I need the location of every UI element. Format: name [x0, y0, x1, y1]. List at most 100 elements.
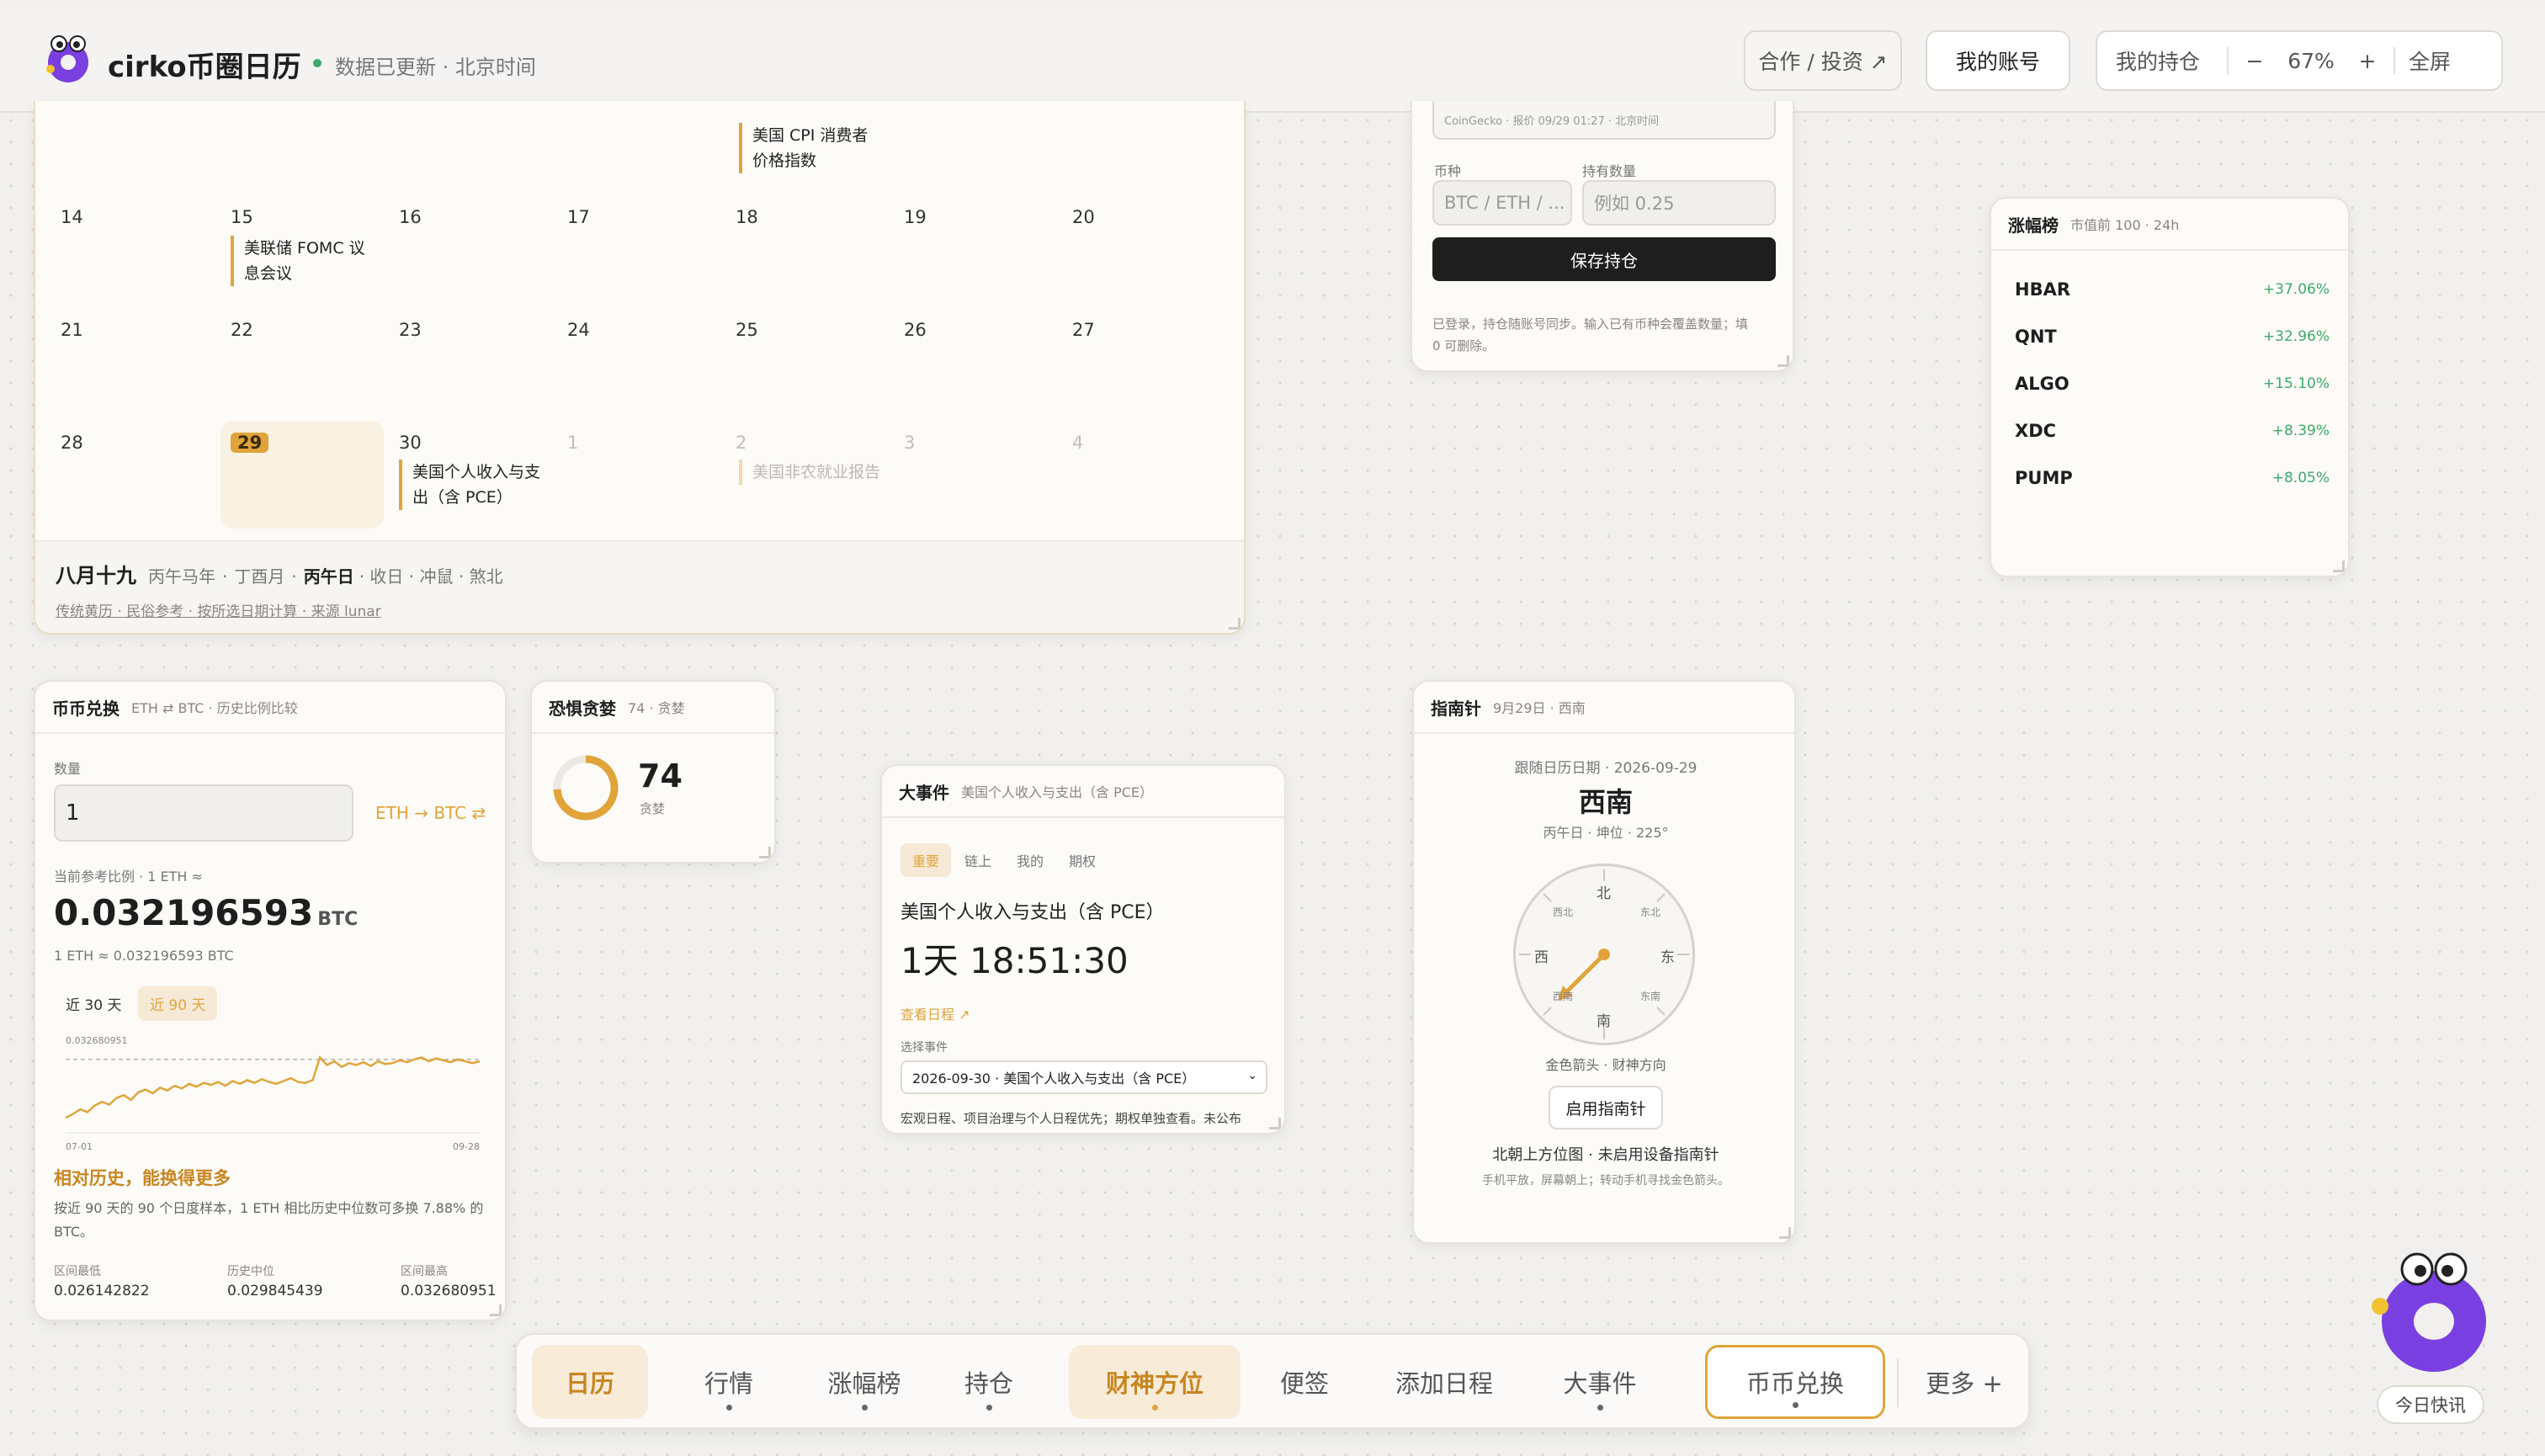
resize-handle[interactable]: [2333, 561, 2345, 572]
stat-label: 区间最高: [401, 1265, 448, 1278]
nav-item[interactable]: 日历: [532, 1345, 648, 1419]
gainer-symbol: XDC: [2015, 421, 2057, 441]
nav-item[interactable]: 持仓: [938, 1345, 1040, 1419]
nav-item-label: 日历: [565, 1369, 614, 1398]
calendar-day[interactable]: 1: [567, 433, 578, 453]
view-schedule-link[interactable]: 查看日程 ↗: [901, 1003, 970, 1023]
gainer-row[interactable]: ALGO +15.10%: [2015, 374, 2330, 394]
save-holding-button[interactable]: 保存持仓: [1432, 237, 1776, 281]
converter-subtitle: ETH ⇄ BTC · 历史比例比较: [131, 700, 298, 716]
qty-input[interactable]: 例如 0.25: [1582, 180, 1776, 226]
event-tab[interactable]: 我的: [1005, 843, 1055, 877]
app-title: cirko币圈日历: [108, 50, 301, 84]
almanac-footer: 八月十九 丙午马年 · 丁酉月 · 丙午日 · 收日 · 冲鼠 · 煞北 传统黄…: [35, 540, 1244, 633]
calendar-day[interactable]: 16: [399, 207, 422, 227]
event-pce[interactable]: 美国个人收入与支 出（含 PCE）: [399, 460, 550, 510]
resize-handle[interactable]: [1269, 1118, 1281, 1129]
fg-subtitle: 74 · 贪婪: [628, 700, 685, 716]
x-tick-start: 07-01: [66, 1141, 93, 1152]
more-button[interactable]: 更多 +: [1914, 1345, 2015, 1419]
pair-switch-button[interactable]: ETH → BTC ⇄: [375, 803, 486, 823]
gainer-row[interactable]: XDC +8.39%: [2015, 421, 2330, 441]
dir-west: 西: [1534, 949, 1549, 966]
event-tab[interactable]: 期权: [1057, 843, 1108, 877]
calendar-day[interactable]: 30: [399, 433, 422, 453]
calendar-day[interactable]: 3: [904, 433, 915, 453]
event-tab[interactable]: 链上: [953, 843, 1003, 877]
calendar-day[interactable]: 29: [231, 433, 269, 453]
app-logo-icon: [40, 30, 96, 86]
nav-item[interactable]: 添加日程: [1377, 1345, 1512, 1419]
resize-handle[interactable]: [1779, 1227, 1791, 1239]
compass-date-note: 跟随日历日期 · 2026-09-29: [1514, 760, 1698, 777]
nav-item-label: 币币兑换: [1745, 1369, 1844, 1398]
holdings-button[interactable]: 我的持仓: [2116, 45, 2213, 76]
calendar-day[interactable]: 2: [736, 433, 746, 453]
resize-handle[interactable]: [1229, 618, 1241, 630]
tab-90d[interactable]: 近 90 天: [138, 986, 218, 1021]
nav-item[interactable]: 币币兑换: [1705, 1345, 1885, 1419]
calendar-day[interactable]: 22: [231, 320, 253, 340]
nav-dot: [1597, 1405, 1603, 1411]
event-widget: 大事件 美国个人收入与支出（含 PCE） 重要 链上 我的 期权 美国个人收入与支出（含…: [880, 764, 1286, 1135]
calendar-day[interactable]: 18: [736, 207, 758, 227]
event-fomc[interactable]: 美联储 FOMC 议息会议: [231, 236, 374, 286]
dir-north: 北: [1597, 885, 1611, 902]
nav-dot: [986, 1405, 992, 1411]
calendar-day[interactable]: 21: [61, 320, 83, 340]
resize-handle[interactable]: [1777, 355, 1789, 367]
chevron-down-icon: ⌄: [1247, 1069, 1257, 1082]
tab-30d[interactable]: 近 30 天: [54, 986, 133, 1021]
nav-item[interactable]: 行情: [678, 1345, 779, 1419]
nav-item-label: 行情: [704, 1369, 753, 1398]
fullscreen-button[interactable]: 全屏: [2409, 45, 2451, 76]
mascot-icon[interactable]: [2362, 1241, 2506, 1384]
calendar-day[interactable]: 28: [61, 433, 83, 453]
event-select[interactable]: 2026-09-30 · 美国个人收入与支出（含 PCE） ⌄: [901, 1060, 1267, 1094]
event-subtitle: 美国个人收入与支出（含 PCE）: [961, 784, 1154, 800]
amount-input[interactable]: 1: [54, 784, 353, 842]
calendar-day[interactable]: 25: [736, 320, 758, 340]
gainer-row[interactable]: PUMP +8.05%: [2015, 468, 2330, 488]
zoom-out-button[interactable]: −: [2242, 49, 2267, 73]
event-nfp[interactable]: 美国非农就业报告: [739, 460, 924, 485]
nav-item[interactable]: 财神方位: [1069, 1345, 1241, 1419]
nav-item[interactable]: 便签: [1262, 1345, 1347, 1419]
nav-item[interactable]: 涨幅榜: [803, 1345, 926, 1419]
stat-value: 0.032680951: [401, 1283, 497, 1299]
gainer-row[interactable]: HBAR +37.06%: [2015, 279, 2330, 300]
zoom-in-button[interactable]: +: [2355, 49, 2380, 73]
holdings-note: 已登录，持仓随账号同步。输入已有币种会覆盖数量；填 0 可删除。: [1432, 316, 1749, 353]
calendar-day[interactable]: 26: [904, 320, 927, 340]
dir-south: 南: [1597, 1013, 1611, 1030]
calendar-day[interactable]: 15: [231, 207, 253, 227]
dir-northwest: 西北: [1553, 906, 1574, 918]
calendar-day[interactable]: 4: [1072, 433, 1083, 453]
calendar-day[interactable]: 14: [61, 207, 83, 227]
event-tab[interactable]: 重要: [901, 843, 952, 877]
nav-item[interactable]: 大事件: [1542, 1345, 1658, 1419]
nav-item-label: 持仓: [964, 1369, 1013, 1398]
compass-widget: 指南针 9月29日 · 西南 跟随日历日期 · 2026-09-29 西南 丙午日…: [1412, 680, 1796, 1244]
gainer-symbol: ALGO: [2015, 374, 2069, 394]
almanac-source-link[interactable]: 传统黄历 · 民俗参考 · 按所选日期计算 · 来源 lunar: [56, 599, 381, 620]
dir-southeast: 东南: [1640, 991, 1661, 1002]
calendar-day[interactable]: 23: [399, 320, 422, 340]
calendar-day[interactable]: 17: [567, 207, 590, 227]
event-cpi[interactable]: 美国 CPI 消费者 价格指数: [739, 123, 899, 173]
coin-input[interactable]: BTC / ETH / ...: [1432, 180, 1572, 226]
resize-handle[interactable]: [490, 1305, 502, 1316]
coop-button[interactable]: 合作 / 投资 ↗: [1744, 30, 1902, 91]
calendar-day[interactable]: 24: [567, 320, 590, 340]
converter-widget: 币币兑换 ETH ⇄ BTC · 历史比例比较 数量 1 ETH → BTC ⇄ …: [34, 680, 507, 1321]
news-flash-button[interactable]: 今日快讯: [2377, 1385, 2484, 1424]
compass-status: 北朝上方位图 · 未启用设备指南针: [1492, 1146, 1719, 1164]
coin-label: 币种: [1434, 163, 1462, 179]
calendar-day[interactable]: 20: [1072, 207, 1095, 227]
enable-compass-button[interactable]: 启用指南针: [1549, 1086, 1663, 1129]
account-button[interactable]: 我的账号: [1926, 30, 2070, 91]
calendar-day[interactable]: 27: [1072, 320, 1095, 340]
resize-handle[interactable]: [759, 847, 771, 858]
gainer-row[interactable]: QNT +32.96%: [2015, 327, 2330, 347]
calendar-day[interactable]: 19: [904, 207, 927, 227]
